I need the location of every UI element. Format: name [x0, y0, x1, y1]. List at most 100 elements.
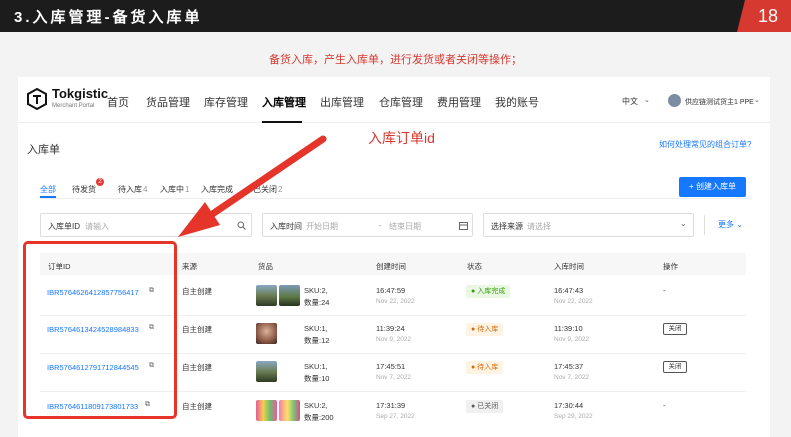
status-badge: ● 入库完成: [466, 285, 511, 298]
product-thumbnail[interactable]: [256, 323, 277, 344]
source-cell: 自主创建: [182, 363, 212, 372]
source-cell: 自主创建: [182, 325, 212, 334]
created-time: 17:45:51: [376, 362, 406, 371]
tab-pending-inbound[interactable]: 待入库4: [118, 184, 147, 195]
nav-item-outbound[interactable]: 出库管理: [320, 94, 364, 110]
created-time: 17:31:39: [376, 401, 406, 410]
created-date: Nov 7, 2022: [376, 374, 412, 381]
chevron-down-icon[interactable]: ⌄: [644, 96, 650, 104]
status-label: 待入库: [477, 364, 499, 371]
tab-label: 待入库: [118, 185, 142, 194]
product-thumbnail[interactable]: [256, 400, 277, 421]
tab-pending-ship[interactable]: 待发货: [72, 184, 96, 195]
user-name[interactable]: 供应链测试货主1 PPE: [685, 97, 754, 107]
search-icon[interactable]: [237, 221, 246, 230]
slide-page-number: 18: [737, 0, 791, 32]
nav-item-inventory[interactable]: 库存管理: [204, 94, 248, 110]
created-time: 16:47:59: [376, 286, 406, 295]
product-thumbnail[interactable]: [279, 400, 300, 421]
inbound-date: Nov 22, 2022: [554, 298, 593, 305]
chevron-down-icon: ⌄: [736, 220, 743, 229]
inbound-time: 11:39:10: [554, 324, 583, 333]
top-nav: Tokgistic Merchant Portal 首页 货品管理 库存管理 入…: [18, 77, 770, 123]
filter-label: 入库单ID: [48, 222, 80, 231]
source-cell: 自主创建: [182, 287, 212, 296]
inbound-time: 17:45:37: [554, 362, 584, 371]
calendar-icon[interactable]: [459, 221, 468, 230]
nav-item-warehouse[interactable]: 仓库管理: [379, 94, 423, 110]
help-link[interactable]: 如何处理常见的组合订单?: [659, 139, 751, 150]
start-date-input[interactable]: 开始日期: [306, 221, 338, 232]
created-date: Sep 27, 2022: [376, 413, 415, 420]
sku-count: SKU:1,: [304, 362, 328, 371]
create-inbound-button[interactable]: + 创建入库单: [679, 177, 746, 197]
portal-screenshot: Tokgistic Merchant Portal 首页 货品管理 库存管理 入…: [18, 77, 770, 437]
tab-inbound-complete[interactable]: 入库完成: [201, 184, 233, 195]
col-source: 来源: [182, 262, 197, 271]
quantity: 数量:12: [304, 336, 330, 345]
col-created-time: 创建时间: [376, 262, 406, 271]
col-action: 操作: [663, 262, 678, 271]
product-thumbnail[interactable]: [279, 285, 300, 306]
created-time: 11:39:24: [376, 324, 405, 333]
clock-icon: ●: [471, 364, 476, 371]
filter-label: 入库时间: [270, 222, 302, 231]
language-selector[interactable]: 中文: [622, 96, 638, 107]
status-badge: ● 已关闭: [466, 400, 504, 413]
source-select[interactable]: 选择来源 请选择 ⌄: [483, 213, 694, 237]
tab-label: 已关闭: [253, 185, 277, 194]
sku-count: SKU:2,: [304, 401, 328, 410]
nav-item-home[interactable]: 首页: [107, 94, 129, 110]
filter-label: 选择来源: [491, 222, 523, 231]
end-date-input[interactable]: 结束日期: [389, 221, 421, 232]
tab-count: 2: [278, 185, 283, 194]
more-filters-link[interactable]: 更多 ⌄: [718, 219, 743, 230]
slide-caption: 备货入库，产生入库单，进行发货或者关闭等操作；: [269, 54, 522, 66]
tab-closed[interactable]: 已关闭2: [253, 184, 282, 195]
status-label: 已关闭: [477, 403, 499, 410]
annotation-label: 入库订单id: [368, 130, 435, 146]
product-thumbnail[interactable]: [256, 285, 277, 306]
slide-title: 3.入库管理-备货入库单: [14, 9, 203, 26]
tab-inbounding[interactable]: 入库中1: [160, 184, 189, 195]
nav-item-goods[interactable]: 货品管理: [146, 94, 190, 110]
close-order-button[interactable]: 关闭: [663, 361, 687, 373]
order-id-filter[interactable]: 入库单ID 请输入: [40, 213, 252, 237]
tabs-divider: [40, 198, 746, 199]
quantity: 数量:10: [304, 374, 330, 383]
col-goods: 货品: [258, 262, 273, 271]
range-separator: -: [379, 221, 382, 230]
chevron-down-icon[interactable]: ⌄: [754, 96, 760, 104]
filter-divider: [704, 215, 705, 235]
check-circle-icon: ●: [471, 288, 476, 295]
col-inbound-time: 入库时间: [554, 262, 584, 271]
tab-all[interactable]: 全部: [40, 184, 56, 195]
nav-item-account[interactable]: 我的账号: [495, 94, 539, 110]
nav-item-fees[interactable]: 费用管理: [437, 94, 481, 110]
nav-active-indicator: [262, 121, 302, 123]
avatar[interactable]: [668, 94, 681, 107]
sku-count: SKU:2,: [304, 286, 328, 295]
nav-item-inbound[interactable]: 入库管理: [262, 94, 306, 110]
tab-count: 1: [185, 185, 190, 194]
quantity: 数量:200: [304, 413, 334, 422]
chevron-down-icon[interactable]: ⌄: [680, 219, 687, 228]
col-status: 状态: [467, 262, 482, 271]
order-id-input[interactable]: 请输入: [85, 221, 109, 232]
tab-label: 待发货: [72, 185, 96, 194]
highlight-box: [23, 241, 177, 419]
created-date: Nov 22, 2022: [376, 298, 415, 305]
source-select-placeholder: 请选择: [527, 222, 551, 231]
status-label: 入库完成: [477, 288, 506, 295]
inbound-date: Nov 7, 2022: [554, 374, 590, 381]
product-thumbnail[interactable]: [256, 361, 277, 382]
sku-count: SKU:1,: [304, 324, 328, 333]
status-badge: ● 待入库: [466, 323, 504, 336]
inbound-time: 17:30:44: [554, 401, 584, 410]
tab-count-badge: 2: [96, 178, 104, 186]
inbound-time: 16:47:43: [554, 286, 584, 295]
inbound-date: Nov 9, 2022: [554, 336, 590, 343]
close-order-button[interactable]: 关闭: [663, 323, 687, 335]
status-label: 待入库: [477, 326, 499, 333]
date-range-filter[interactable]: 入库时间 开始日期 - 结束日期: [262, 213, 473, 237]
